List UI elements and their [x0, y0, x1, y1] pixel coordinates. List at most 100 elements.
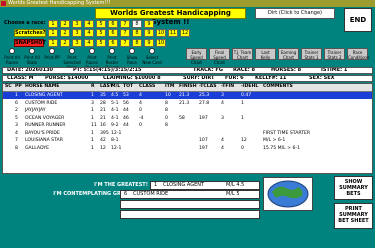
- radio-icon[interactable]: [49, 48, 55, 54]
- scratch-button-4[interactable]: 4: [84, 29, 94, 37]
- radio-icon[interactable]: [129, 48, 135, 54]
- table-row[interactable]: 5 OCEAN VOYAGER 1 21 4-1 46 -4 0 58 197 3 1: [3, 115, 372, 122]
- scratch-button-7[interactable]: 7: [120, 29, 130, 37]
- snapshot-button-2[interactable]: 2: [60, 39, 70, 47]
- race-button-4[interactable]: 4: [84, 20, 94, 28]
- snapshot-button-10[interactable]: 10: [156, 39, 166, 47]
- table-cell: FIRST TIME STARTER: [263, 130, 311, 136]
- table-cell: 4: [15, 130, 18, 136]
- table-row[interactable]: 2 JAYJAYJAY 1 21 4-1 44 0 8: [3, 107, 372, 114]
- print-option-0[interactable]: Print All Races: [2, 48, 22, 65]
- column-header[interactable]: -TFIN: [221, 84, 234, 90]
- table-cell: 1: [91, 115, 94, 121]
- table-row[interactable]: 4 BAYOU'S PRIDE 1 395 12-1 FIRST TIME STARTER: [3, 130, 372, 137]
- scratch-button-2[interactable]: 2: [60, 29, 70, 37]
- print-option-1[interactable]: Print All Stats: [22, 48, 42, 65]
- column-header[interactable]: COMMENTS: [263, 84, 293, 90]
- chart-button-1[interactable]: Final Speed Chart: [209, 48, 230, 65]
- column-header[interactable]: R: [91, 84, 95, 90]
- snapshot-button-8[interactable]: 8: [132, 39, 142, 47]
- end-button[interactable]: END: [344, 8, 372, 32]
- table-row[interactable]: 1 CLOSING AGENT 1 35 4.5 53 4 10 21.3 25.3 3 0.47: [3, 92, 372, 99]
- print-option-7[interactable]: Select New Card: [142, 48, 162, 65]
- table-row[interactable]: 3 RUNNER RUNNER 11 16 9-2 44 0 8: [3, 122, 372, 129]
- track-surface-button[interactable]: Dirt (Click to Change): [255, 8, 335, 19]
- table-cell: 21.3: [179, 93, 190, 98]
- table-row[interactable]: 7 LOUISIANA STAR 1 42 8-1 107 4 12 M/L > 6-1: [3, 137, 372, 144]
- column-header[interactable]: PP: [15, 84, 22, 90]
- race-button-1[interactable]: 1: [48, 20, 58, 28]
- snapshot-button-9[interactable]: 9: [144, 39, 154, 47]
- chart-button-2[interactable]: T.J. Team Chart: [232, 48, 253, 60]
- scratch-button-9[interactable]: 9: [144, 29, 154, 37]
- snapshot-button-6[interactable]: 6: [108, 39, 118, 47]
- race-button-2[interactable]: 2: [60, 20, 70, 28]
- show-summary-bets-button[interactable]: SHOW SUMMARY BETS: [334, 176, 373, 200]
- table-cell: 1: [241, 115, 244, 121]
- column-header[interactable]: -TCLAS: [199, 84, 217, 90]
- column-header[interactable]: M/L: [111, 84, 120, 90]
- table-cell: 25.3: [199, 93, 210, 98]
- snapshot-button-7[interactable]: 7: [120, 39, 130, 47]
- scratch-button-3[interactable]: 3: [72, 29, 82, 37]
- column-header[interactable]: HORSE NAME: [25, 84, 59, 90]
- scratch-button-10[interactable]: 10: [156, 29, 166, 37]
- race-button-3[interactable]: 3: [72, 20, 82, 28]
- print-option-6[interactable]: Show Race: [122, 48, 142, 65]
- column-header[interactable]: -IDEHL: [241, 84, 258, 90]
- table-cell: 0: [139, 123, 142, 128]
- table-cell: 395: [100, 130, 109, 136]
- table-header: SC PP HORSE NAME R LAST M/L TOT CLASS ITM FINISH -…: [3, 84, 372, 92]
- print-option-2[interactable]: Print PP: [42, 48, 62, 60]
- chart-button-4[interactable]: Earning Chart: [278, 48, 299, 60]
- table-cell: 197: [199, 145, 208, 151]
- table-cell: 21: [100, 108, 106, 113]
- table-row[interactable]: 6 CUSTOM RIDE 3 28 5-1 56 4 8 21.3 27.8 4 1: [3, 100, 372, 107]
- column-header[interactable]: CLASS: [139, 84, 155, 90]
- table-cell: OCEAN VOYAGER: [25, 115, 65, 121]
- race-button-8[interactable]: 8: [132, 20, 142, 28]
- race-button-6[interactable]: 6: [108, 20, 118, 28]
- radio-icon[interactable]: [149, 48, 155, 54]
- column-header[interactable]: SC: [5, 84, 12, 90]
- table-row[interactable]: 8 GALLADYE 1 12 12-1 197 4 0 15.75 M/L > 6-1: [3, 145, 372, 152]
- greatest-label: I'M THE GREATEST!: [94, 182, 148, 188]
- scratch-button-1[interactable]: 1: [48, 29, 58, 37]
- radio-icon[interactable]: [89, 48, 95, 54]
- race-claiming: CLAIMING: $10000 8: [103, 75, 161, 81]
- snapshot-button-4[interactable]: 4: [84, 39, 94, 47]
- scratches-label: Scratches?: [14, 29, 46, 37]
- race-button-7[interactable]: 7: [120, 20, 130, 28]
- column-header[interactable]: FINISH: [179, 84, 197, 90]
- print-summary-sheet-button[interactable]: PRINT SUMMARY BET SHEET: [334, 203, 373, 229]
- table-cell: 8: [165, 108, 168, 113]
- table-cell: 3: [221, 115, 224, 121]
- radio-icon[interactable]: [69, 48, 75, 54]
- chart-button-7[interactable]: Race Conditions: [347, 48, 369, 60]
- column-header[interactable]: ITM: [165, 84, 174, 90]
- race-class: CLASS: M: [7, 75, 34, 81]
- scratch-button-5[interactable]: 5: [96, 29, 106, 37]
- table-cell: 1: [15, 93, 18, 98]
- snapshot-button-5[interactable]: 5: [96, 39, 106, 47]
- chart-button-6[interactable]: Trainer Stats 2: [324, 48, 345, 60]
- chart-button-5[interactable]: Trainer Stats 1: [301, 48, 322, 60]
- table-cell: RUNNER RUNNER: [25, 123, 66, 128]
- table-cell: CLOSING AGENT: [25, 93, 63, 98]
- chart-button-3[interactable]: Last Kelly: [255, 48, 276, 60]
- column-header[interactable]: TOT: [123, 84, 133, 90]
- radio-icon[interactable]: [29, 48, 35, 54]
- scratch-button-6[interactable]: 6: [108, 29, 118, 37]
- radio-icon[interactable]: [9, 48, 15, 54]
- race-button-5[interactable]: 5: [96, 20, 106, 28]
- table-cell: 1: [91, 145, 94, 151]
- scratch-button-11[interactable]: 11: [168, 29, 178, 37]
- scratch-button-8[interactable]: 8: [132, 29, 142, 37]
- chart-button-0[interactable]: Early Speed Chart: [186, 48, 207, 65]
- radio-icon[interactable]: [109, 48, 115, 54]
- snapshot-button-3[interactable]: 3: [72, 39, 82, 47]
- race-button-9[interactable]: 9: [144, 20, 154, 28]
- scratch-button-12[interactable]: 12: [180, 29, 190, 37]
- table-cell: 44: [123, 123, 129, 128]
- snapshot-button-1[interactable]: 1: [48, 39, 58, 47]
